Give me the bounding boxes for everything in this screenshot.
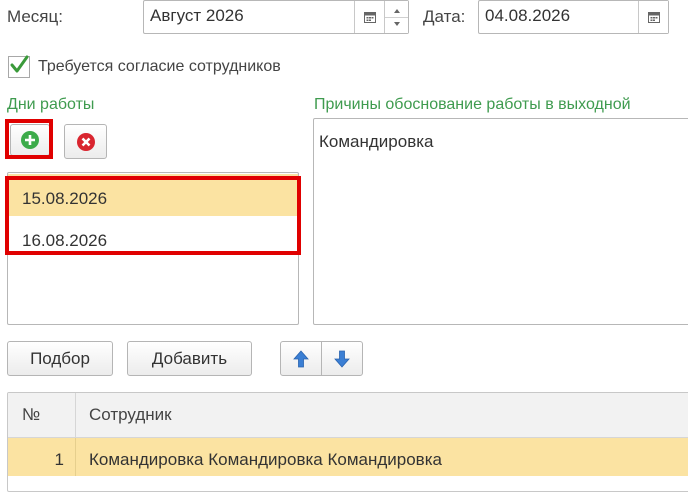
month-label: Месяц: [7, 7, 63, 26]
add-button-highlight [5, 119, 53, 159]
date-calendar-button[interactable] [638, 1, 668, 33]
reasons-textarea[interactable]: Командировка [313, 118, 688, 325]
reasons-section-label: Причины обоснование работы в выходной [314, 96, 631, 113]
calendar-icon [363, 12, 376, 23]
calendar-icon [647, 12, 660, 23]
date-field[interactable]: 04.08.2026 [478, 0, 669, 34]
move-down-button[interactable] [321, 341, 363, 376]
column-header-number[interactable]: № [22, 405, 40, 425]
date-value: 04.08.2026 [485, 6, 571, 25]
month-spinner[interactable] [384, 1, 408, 33]
delete-work-day-button[interactable] [64, 124, 107, 159]
x-circle-icon [76, 132, 95, 151]
table-header: № Сотрудник [8, 393, 688, 438]
table-row[interactable]: 1 Командировка Командировка Командировка [8, 438, 688, 476]
month-value: Август 2026 [150, 6, 244, 25]
row-employee: Командировка Командировка Командировка [89, 450, 442, 469]
consent-label: Требуется согласие сотрудников [38, 58, 281, 75]
arrow-up-icon [293, 349, 309, 367]
reasons-text: Командировка [319, 132, 434, 151]
spin-down-icon[interactable] [393, 21, 401, 27]
add-button[interactable]: Добавить [127, 341, 252, 376]
month-calendar-button[interactable] [354, 1, 384, 33]
employees-table[interactable]: № Сотрудник 1 Командировка Командировка … [7, 392, 688, 492]
month-field[interactable]: Август 2026 [143, 0, 409, 34]
select-button[interactable]: Подбор [7, 341, 113, 376]
date-label: Дата: [423, 7, 466, 26]
consent-checkbox[interactable] [8, 55, 30, 78]
column-divider [75, 438, 76, 476]
arrow-down-icon [334, 350, 350, 368]
column-header-employee[interactable]: Сотрудник [89, 405, 172, 425]
spin-up-icon[interactable] [393, 8, 401, 14]
checkmark-icon [10, 55, 29, 73]
column-divider [75, 393, 76, 437]
work-days-section-label: Дни работы [7, 96, 95, 113]
move-up-button[interactable] [280, 341, 322, 376]
work-days-highlight [5, 176, 301, 255]
row-number: 1 [54, 450, 64, 469]
